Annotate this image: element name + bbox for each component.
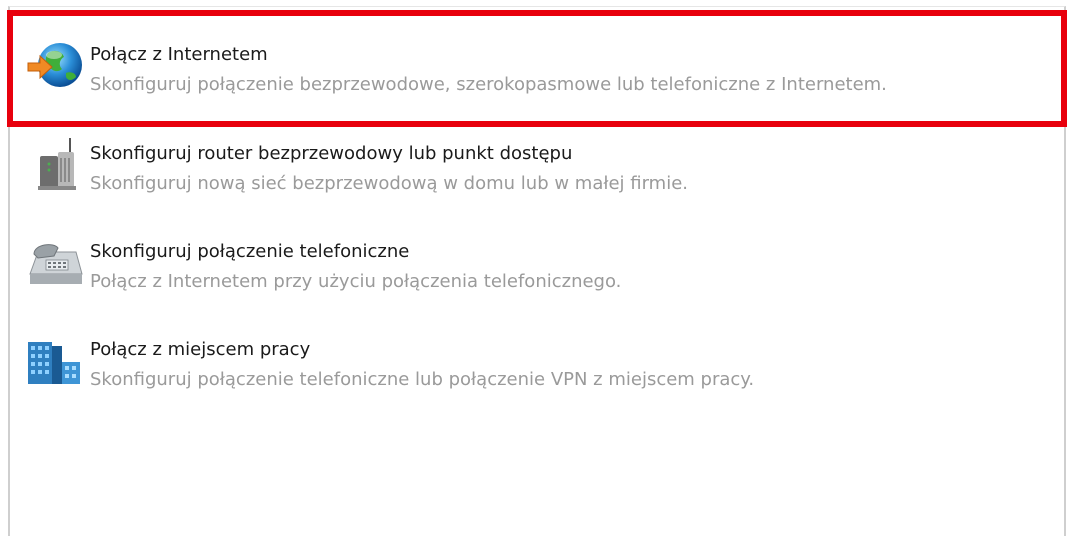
- option-setup-router[interactable]: Skonfiguruj router bezprzewodowy lub pun…: [18, 122, 1038, 202]
- workplace-building-icon: [28, 342, 80, 384]
- telephone-icon: [29, 244, 83, 284]
- option-description: Połącz z Internetem przy użyciu połączen…: [90, 271, 622, 292]
- option-description: Skonfiguruj połączenie telefoniczne lub …: [90, 369, 755, 390]
- option-title: Połącz z miejscem pracy: [90, 339, 311, 360]
- option-title: Połącz z Internetem: [90, 44, 268, 65]
- option-title: Skonfiguruj router bezprzewodowy lub pun…: [90, 143, 573, 164]
- option-connect-internet[interactable]: Połącz z Internetem Skonfiguruj połączen…: [18, 23, 1038, 103]
- wireless-router-icon: [38, 138, 76, 190]
- option-description: Skonfiguruj połączenie bezprzewodowe, sz…: [90, 74, 887, 95]
- option-connect-workplace[interactable]: Połącz z miejscem pracy Skonfiguruj połą…: [18, 318, 1038, 398]
- option-setup-dialup[interactable]: Skonfiguruj połączenie telefoniczne Połą…: [18, 220, 1038, 300]
- option-title: Skonfiguruj połączenie telefoniczne: [90, 241, 410, 262]
- globe-arrow-icon: [27, 43, 82, 87]
- option-description: Skonfiguruj nową sieć bezprzewodową w do…: [90, 173, 689, 194]
